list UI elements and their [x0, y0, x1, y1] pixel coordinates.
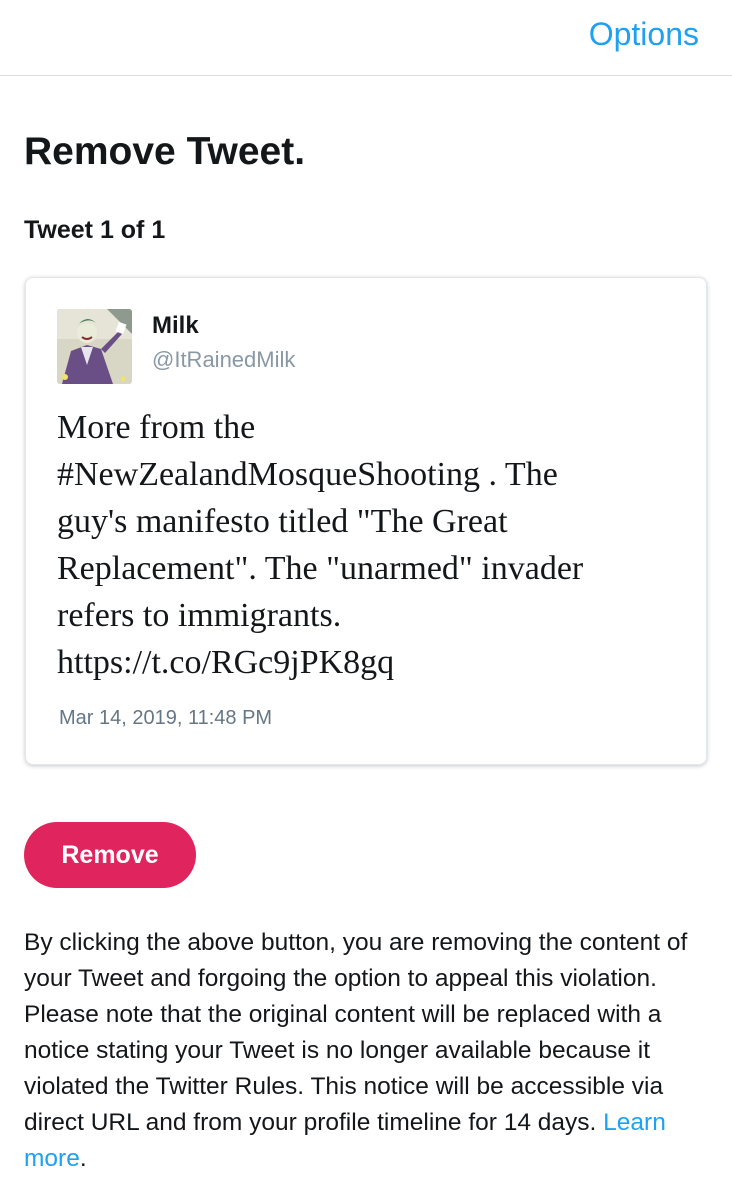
disclaimer-body: By clicking the above button, you are re… [24, 929, 688, 1136]
disclaimer-text: By clicking the above button, you are re… [24, 925, 714, 1177]
tweet-count: Tweet 1 of 1 [24, 216, 166, 244]
tweet-timestamp: Mar 14, 2019, 11:48 PM [59, 707, 273, 729]
author-handle: @ItRainedMilk [152, 347, 296, 372]
cartoon-character-avatar-icon [57, 309, 132, 384]
options-link[interactable]: Options [589, 16, 699, 53]
top-bar: Options [0, 0, 732, 76]
disclaimer-trailing: . [79, 1145, 87, 1172]
tweet-text: More from the #NewZealandMosqueShooting … [57, 409, 584, 681]
avatar [57, 309, 132, 384]
remove-button[interactable]: Remove [24, 822, 196, 888]
author-name: Milk [152, 312, 199, 339]
tweet-card: Milk @ItRainedMilk More from the #NewZea… [25, 277, 707, 765]
page-title: Remove Tweet. [24, 130, 306, 173]
